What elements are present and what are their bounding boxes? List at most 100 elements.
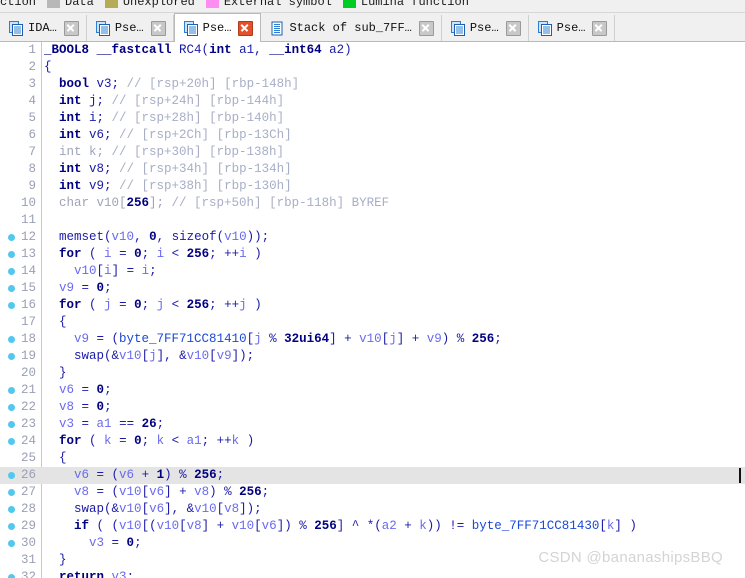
line-number: 9 — [28, 179, 36, 193]
pseudocode-icon — [183, 20, 198, 36]
line-number: 21 — [20, 383, 36, 397]
code-text: { — [44, 60, 52, 74]
pseudocode-editor[interactable]: 1 _BOOL8 __fastcall RC4(int a1, __int64 a… — [0, 42, 745, 578]
line-number: 16 — [20, 298, 36, 312]
line-number: 17 — [20, 315, 36, 329]
code-text: v9 = 0; — [59, 281, 112, 295]
code-text: int i; // [rsp+28h] [rbp-140h] — [59, 111, 285, 125]
editor-tab[interactable]: Pse… — [173, 13, 262, 42]
legend-item-label: Lumina function — [360, 0, 469, 9]
editor-tab-label: Pse… — [202, 21, 232, 35]
editor-tab[interactable]: IDA… — [0, 15, 87, 41]
code-text: memset(v10, 0, sizeof(v10)); — [59, 230, 270, 244]
code-text: v8 = (v10[v6] + v8) % 256; — [74, 485, 270, 499]
code-text: int v9; // [rsp+38h] [rbp-130h] — [59, 179, 292, 193]
code-line[interactable]: 32 return v3; — [0, 569, 745, 578]
code-line[interactable]: 12 memset(v10, 0, sizeof(v10)); — [0, 229, 745, 246]
line-number: 28 — [20, 502, 36, 516]
code-text: for ( j = 0; j < 256; ++j ) — [59, 298, 262, 312]
close-icon[interactable] — [592, 20, 608, 36]
code-text: v3 = 0; — [89, 536, 142, 550]
legend-item: Unexplored — [104, 0, 195, 9]
code-text: swap(&v10[j], &v10[v9]); — [74, 349, 255, 363]
editor-tab-label: IDA… — [28, 21, 57, 35]
code-line[interactable]: 8 int v8; // [rsp+34h] [rbp-134h] — [0, 161, 745, 178]
legend-item: Lumina function — [342, 0, 469, 9]
close-icon[interactable] — [418, 20, 434, 36]
code-line[interactable]: 9 int v9; // [rsp+38h] [rbp-130h] — [0, 178, 745, 195]
line-number: 27 — [20, 485, 36, 499]
code-line[interactable]: 16 for ( j = 0; j < 256; ++j ) — [0, 297, 745, 314]
close-icon[interactable] — [63, 20, 79, 36]
code-line[interactable]: 19 swap(&v10[j], &v10[v9]); — [0, 348, 745, 365]
code-line[interactable]: 10 char v10[256]; // [rsp+50h] [rbp-118h… — [0, 195, 745, 212]
line-number: 4 — [28, 94, 36, 108]
code-text: return v3; — [59, 570, 135, 578]
close-icon[interactable] — [505, 20, 521, 36]
code-line[interactable]: 18 v9 = (byte_7FF71CC81410[j % 32ui64] +… — [0, 331, 745, 348]
code-line[interactable]: 26 v6 = (v6 + 1) % 256; — [0, 467, 745, 484]
code-line[interactable]: 27 v8 = (v10[v6] + v8) % 256; — [0, 484, 745, 501]
pseudocode-icon — [95, 20, 110, 36]
editor-tab-label: Pse… — [556, 21, 586, 35]
line-number: 3 — [28, 77, 36, 91]
legend-item-label: External symbol — [223, 0, 332, 9]
code-line[interactable]: 2{ — [0, 59, 745, 76]
code-line[interactable]: 28 swap(&v10[v6], &v10[v8]); — [0, 501, 745, 518]
code-line[interactable]: 22 v8 = 0; — [0, 399, 745, 416]
code-line[interactable]: 29 if ( (v10[(v10[v8] + v10[v6]) % 256] … — [0, 518, 745, 535]
legend-color-swatch — [104, 0, 118, 8]
code-text: v6 = 0; — [59, 383, 112, 397]
code-line[interactable]: 3 bool v3; // [rsp+20h] [rbp-148h] — [0, 76, 745, 93]
code-line[interactable]: 5 int i; // [rsp+28h] [rbp-140h] — [0, 110, 745, 127]
code-text: swap(&v10[v6], &v10[v8]); — [74, 502, 262, 516]
code-listing[interactable]: 1 _BOOL8 __fastcall RC4(int a1, __int64 a… — [0, 42, 745, 578]
code-line[interactable]: 17 { — [0, 314, 745, 331]
watermark: CSDN @bananashipsBBQ — [538, 549, 723, 566]
code-line[interactable]: 4 int j; // [rsp+24h] [rbp-144h] — [0, 93, 745, 110]
line-number: 20 — [20, 366, 36, 380]
code-text: v10[i] = i; — [74, 264, 157, 278]
pseudocode-icon — [537, 20, 552, 36]
code-text: for ( k = 0; k < a1; ++k ) — [59, 434, 255, 448]
line-number: 31 — [20, 553, 36, 567]
code-line[interactable]: 23 v3 = a1 == 26; — [0, 416, 745, 433]
line-number: 30 — [20, 536, 36, 550]
editor-tab-bar[interactable]: IDA… Pse… Pse… Stack of sub_7FF… Pse… Pse… — [0, 13, 745, 42]
pseudocode-icon — [9, 20, 23, 36]
legend-item: External symbol — [205, 0, 332, 9]
text-caret — [739, 468, 741, 483]
editor-tab[interactable]: Pse… — [528, 15, 616, 41]
code-line[interactable]: 21 v6 = 0; — [0, 382, 745, 399]
editor-tab-label: Stack of sub_7FF… — [289, 21, 412, 35]
line-number: 15 — [20, 281, 36, 295]
code-line[interactable]: 15 v9 = 0; — [0, 280, 745, 297]
legend-item-label: Data — [65, 0, 94, 9]
legend-color-swatch — [47, 0, 61, 8]
stack-icon — [270, 21, 284, 36]
code-line[interactable]: 7 int k; // [rsp+30h] [rbp-138h] — [0, 144, 745, 161]
graph-legend-strip: ction Data Unexplored External symbol Lumina… — [0, 0, 745, 13]
code-text: int v8; // [rsp+34h] [rbp-134h] — [59, 162, 292, 176]
code-line[interactable]: 24 for ( k = 0; k < a1; ++k ) — [0, 433, 745, 450]
code-text: bool v3; // [rsp+20h] [rbp-148h] — [59, 77, 300, 91]
code-line[interactable]: 1 _BOOL8 __fastcall RC4(int a1, __int64 a… — [0, 42, 745, 59]
code-line[interactable]: 20 } — [0, 365, 745, 382]
editor-tab[interactable]: Pse… — [86, 15, 174, 41]
code-line[interactable]: 6 int v6; // [rsp+2Ch] [rbp-13Ch] — [0, 127, 745, 144]
close-icon[interactable] — [238, 20, 254, 36]
line-number: 10 — [20, 196, 36, 210]
code-text: char v10[256]; // [rsp+50h] [rbp-118h] B… — [44, 196, 390, 210]
code-text: { — [44, 451, 67, 465]
editor-tab[interactable]: Stack of sub_7FF… — [261, 15, 442, 41]
code-line[interactable]: 25 { — [0, 450, 745, 467]
code-line[interactable]: 14 v10[i] = i; — [0, 263, 745, 280]
editor-tab-label: Pse… — [114, 21, 144, 35]
close-icon[interactable] — [150, 20, 166, 36]
line-number: 6 — [28, 128, 36, 142]
line-number: 2 — [28, 60, 36, 74]
code-line[interactable]: 11 — [0, 212, 745, 229]
line-number: 13 — [20, 247, 36, 261]
code-line[interactable]: 13 for ( i = 0; i < 256; ++i ) — [0, 246, 745, 263]
editor-tab[interactable]: Pse… — [441, 15, 529, 41]
